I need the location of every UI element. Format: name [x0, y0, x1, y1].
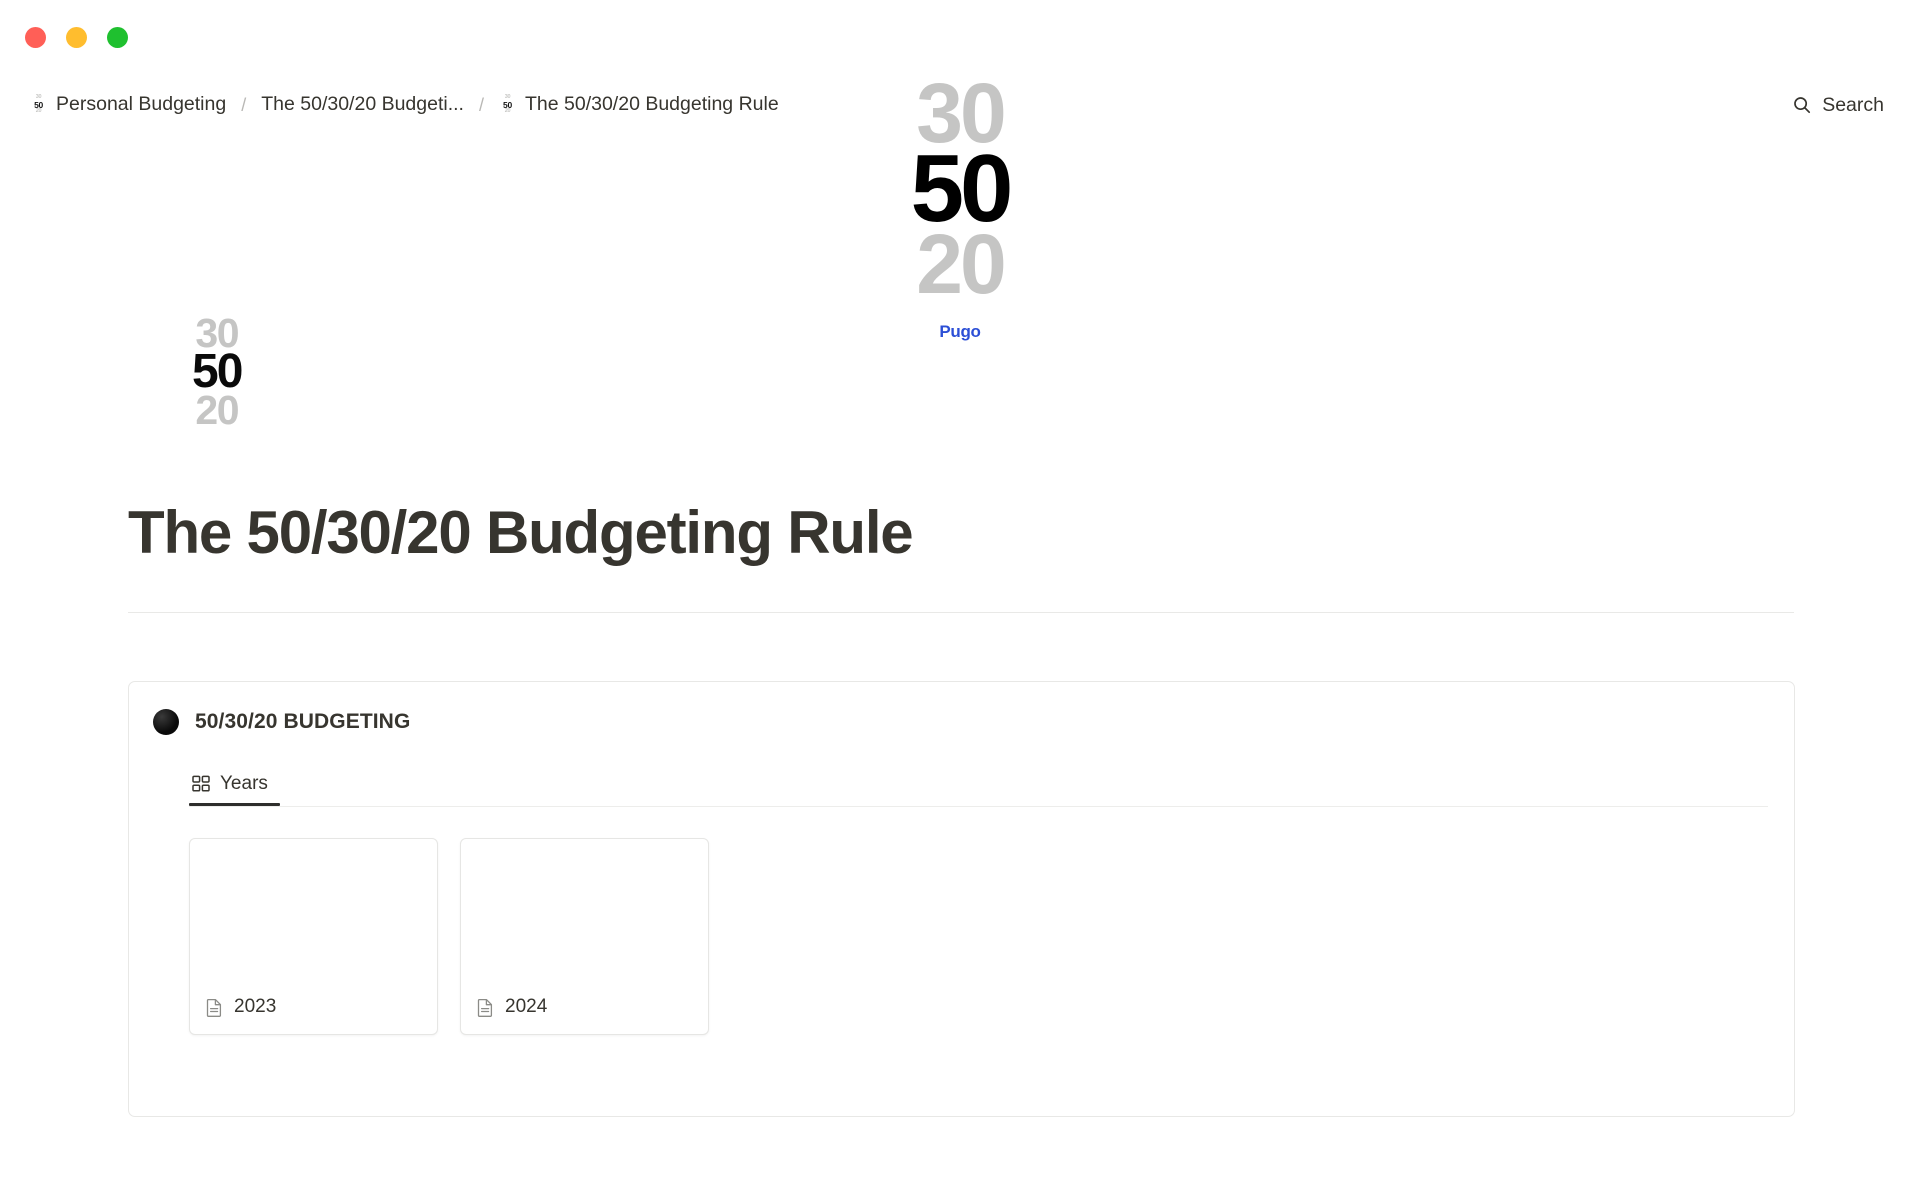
database-title[interactable]: 50/30/20 BUDGETING [195, 710, 410, 734]
close-window-button[interactable] [25, 27, 46, 48]
maximize-window-button[interactable] [107, 27, 128, 48]
search-button-label: Search [1822, 93, 1884, 116]
gallery-card-2023[interactable]: 2023 [189, 838, 438, 1035]
breadcrumb-item-label: The 50/30/20 Budgeting Rule [524, 93, 779, 116]
page-icon-bottom-number: 20 [195, 386, 239, 433]
cover-logo-bottom-number: 20 [916, 217, 1006, 312]
gallery-view-icon [192, 775, 210, 793]
cover-brand-name: Pugo [939, 321, 981, 341]
budget-5030-20-icon: 30 50 20 [503, 94, 512, 115]
database-header: 50/30/20 BUDGETING [129, 682, 1794, 735]
traffic-light-buttons [25, 27, 128, 48]
breadcrumb-item-current-page[interactable]: 30 50 20 The 50/30/20 Budgeting Rule [493, 92, 785, 118]
breadcrumb-item-personal-budgeting[interactable]: 30 50 20 Personal Budgeting [24, 92, 232, 118]
page-cover-image: 30 50 20 Pugo [0, 71, 1920, 408]
search-button[interactable]: Search [1784, 86, 1892, 124]
database-view-tabs: Years [189, 762, 1768, 807]
black-circle-icon [153, 709, 179, 735]
gallery-cards-container: 2023 2024 [129, 807, 1794, 1035]
breadcrumb-item-label: The 50/30/20 Budgeti... [261, 93, 464, 116]
gallery-card-label-row: 2023 [205, 996, 276, 1018]
tab-active-underline [189, 803, 280, 806]
breadcrumb: 30 50 20 Personal Budgeting / The 50/30/… [24, 86, 785, 124]
gallery-card-label-row: 2024 [476, 996, 547, 1018]
minimize-window-button[interactable] [66, 27, 87, 48]
page-document-icon [476, 998, 495, 1017]
page-title[interactable]: The 50/30/20 Budgeting Rule [128, 498, 914, 567]
gallery-card-2024[interactable]: 2024 [460, 838, 709, 1035]
gallery-card-title: 2023 [234, 996, 277, 1017]
window-chrome [0, 0, 1920, 72]
breadcrumb-separator: / [241, 94, 247, 115]
breadcrumb-item-parent-page[interactable]: The 50/30/20 Budgeti... [255, 92, 470, 118]
search-icon [1792, 95, 1812, 115]
tab-years[interactable]: Years [189, 762, 280, 806]
breadcrumb-separator: / [478, 94, 484, 115]
page-icon-5030-20[interactable]: 30 50 20 [192, 312, 243, 433]
title-divider [128, 612, 1794, 613]
tab-label: Years [220, 773, 268, 794]
budget-5030-20-icon: 30 50 20 [34, 94, 43, 115]
top-bar: 30 50 20 Personal Budgeting / The 50/30/… [0, 86, 1920, 124]
tabs-divider [189, 806, 1768, 807]
gallery-card-title: 2024 [505, 996, 548, 1017]
page-document-icon [205, 998, 224, 1017]
database-block: 50/30/20 BUDGETING Years 2023 2024 [128, 681, 1795, 1117]
cover-logo-main-number: 50 [910, 134, 1014, 242]
breadcrumb-item-label: Personal Budgeting [56, 93, 227, 116]
